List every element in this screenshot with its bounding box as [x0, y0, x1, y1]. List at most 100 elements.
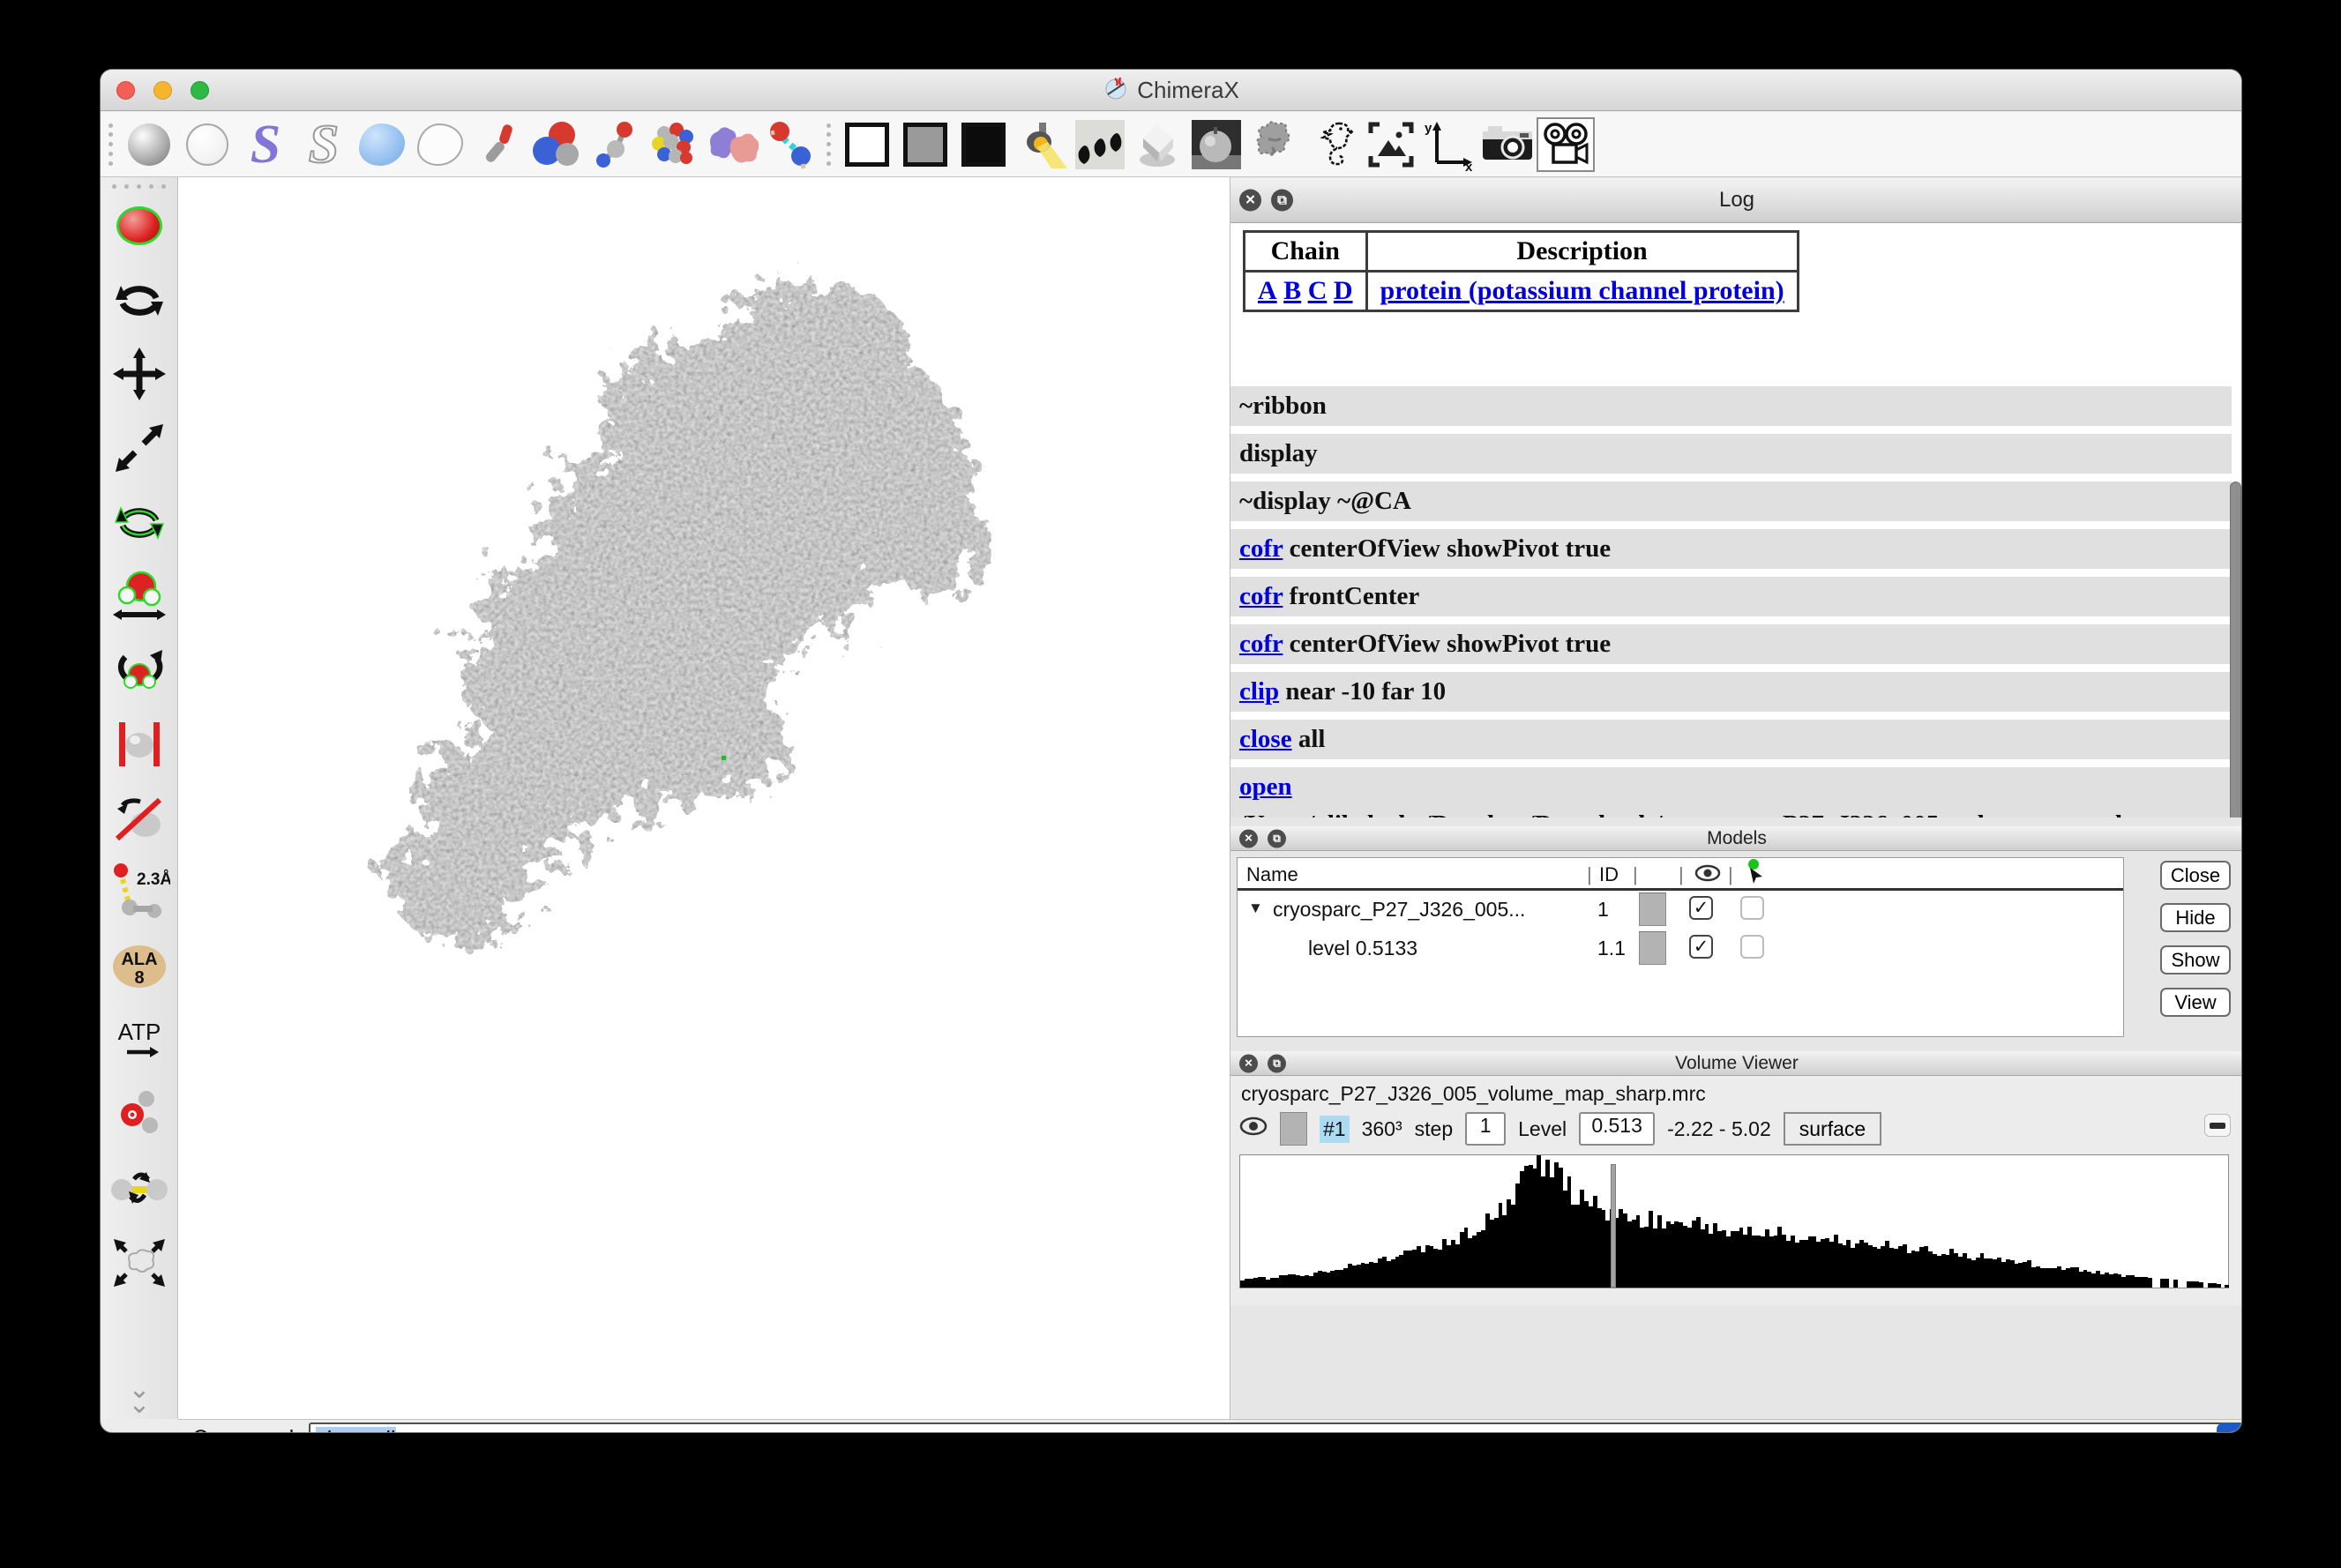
background-black-icon[interactable] — [954, 117, 1013, 172]
chain-link[interactable]: B — [1283, 276, 1301, 305]
background-white-icon[interactable] — [838, 117, 896, 172]
volume-collapse-icon[interactable] — [2204, 1114, 2231, 1137]
command-help-link[interactable]: close — [1239, 725, 1292, 753]
axes-icon[interactable]: yx — [1420, 117, 1478, 172]
display-style-dropdown[interactable]: surface — [1784, 1112, 1881, 1146]
hide-cartoons-icon[interactable]: S — [295, 117, 353, 172]
atom-label-mouse-mode-icon[interactable]: ATP — [101, 1004, 178, 1078]
shown-column-eye-icon — [1694, 862, 1721, 889]
seahorse-icon[interactable] — [1304, 117, 1362, 172]
volume-viewer-panel: ✕ ⧉ Volume Viewer cryosparc_P27_J326_005… — [1230, 1050, 2242, 1306]
toolbar-drag-handle[interactable] — [104, 118, 116, 171]
graphics-viewport[interactable] — [178, 177, 1307, 1419]
center-of-rotation-mouse-mode-icon[interactable] — [101, 1078, 178, 1152]
command-input[interactable]: close all ⌄ — [309, 1422, 2242, 1434]
chain-link[interactable]: D — [1334, 276, 1353, 305]
step-input[interactable]: 1 — [1465, 1112, 1506, 1146]
flat-lighting-icon[interactable] — [1071, 117, 1129, 172]
hide-models-button[interactable]: Hide — [2160, 903, 2231, 932]
default-lighting-icon[interactable] — [1013, 117, 1071, 172]
move-model-mouse-mode-icon[interactable] — [101, 1226, 178, 1300]
model-name: level 0.5133 — [1308, 937, 1417, 960]
translate-selection-mouse-mode-icon[interactable] — [101, 559, 178, 633]
svg-text:8: 8 — [134, 968, 144, 988]
model-color-swatch[interactable] — [1639, 931, 1666, 965]
log-close-icon[interactable]: ✕ — [1239, 190, 1261, 212]
sphere-style-icon[interactable] — [527, 117, 586, 172]
sidebar-collapse-chevrons[interactable]: ⌄⌄ — [101, 1383, 178, 1412]
model-shown-checkbox[interactable]: ✓ — [1689, 896, 1713, 920]
show-surface-icon[interactable] — [353, 117, 411, 172]
chain-link[interactable]: A — [1258, 276, 1277, 305]
show-models-button[interactable]: Show — [2160, 945, 2231, 974]
volume-step-label: step — [1415, 1117, 1453, 1141]
command-help-link[interactable]: cofr — [1239, 534, 1283, 563]
threshold-marker[interactable] — [1611, 1164, 1616, 1288]
soft-lighting-icon[interactable] — [1129, 117, 1187, 172]
command-history-dropdown[interactable]: ⌄ — [2217, 1422, 2242, 1434]
pivot-indicator — [722, 756, 726, 760]
chain-link[interactable]: C — [1308, 276, 1328, 305]
rotate-about-selection-mouse-mode-icon[interactable] — [101, 633, 178, 707]
hbonds-icon[interactable] — [760, 117, 819, 172]
svg-text:ALA: ALA — [121, 950, 157, 969]
log-vertical-scrollbar[interactable] — [2230, 482, 2241, 818]
movie-record-icon[interactable] — [1537, 117, 1595, 172]
zoom-mouse-mode-icon[interactable] — [101, 411, 178, 485]
close-models-button[interactable]: Close — [2160, 861, 2231, 890]
description-link[interactable]: protein (potassium channel protein) — [1380, 276, 1784, 305]
volume-eye-icon[interactable] — [1239, 1115, 1268, 1143]
log-undock-icon[interactable]: ⧉ — [1271, 190, 1293, 212]
snapshot-frame-icon[interactable] — [1362, 117, 1420, 172]
volume-undock-icon[interactable]: ⧉ — [1268, 1054, 1286, 1072]
hide-atoms-icon[interactable] — [178, 117, 236, 172]
models-panel-title: Models — [1707, 828, 1767, 848]
command-help-link[interactable]: cofr — [1239, 582, 1283, 610]
right-panel: ✕ ⧉ Log Chain Description A B C D protei… — [1230, 177, 2242, 1419]
model-selected-checkbox[interactable] — [1740, 896, 1764, 920]
stick-style-icon[interactable] — [469, 117, 527, 172]
chain-col-header: Chain — [1245, 232, 1367, 272]
volume-grid-size: 360³ — [1362, 1117, 1402, 1141]
full-lighting-icon[interactable] — [1187, 117, 1245, 172]
ball-and-stick-style-icon[interactable] — [586, 117, 644, 172]
model-color-swatch[interactable] — [1639, 892, 1666, 926]
bond-rotation-mouse-mode-icon[interactable] — [101, 1152, 178, 1226]
command-help-link[interactable]: cofr — [1239, 630, 1283, 658]
model-selected-checkbox[interactable] — [1740, 935, 1764, 959]
translate-mouse-mode-icon[interactable] — [101, 337, 178, 411]
molecular-surfaces-icon[interactable] — [702, 117, 760, 172]
hide-surface-icon[interactable] — [411, 117, 469, 172]
top-toolbar: S S — [101, 112, 2241, 177]
rotate-clip-planes-mouse-mode-icon[interactable] — [101, 781, 178, 855]
volume-histogram[interactable] — [1239, 1154, 2229, 1288]
select-mouse-mode-icon[interactable] — [101, 189, 178, 263]
background-gray-icon[interactable] — [896, 117, 954, 172]
clip-mouse-mode-icon[interactable] — [101, 707, 178, 781]
command-help-link[interactable]: open — [1239, 773, 1292, 801]
camera-icon[interactable] — [1478, 117, 1537, 172]
show-cartoons-icon[interactable]: S — [236, 117, 295, 172]
model-row[interactable]: level 0.51331.1✓ — [1238, 930, 2123, 968]
show-atoms-icon[interactable] — [120, 117, 178, 172]
level-input[interactable]: 0.513 — [1579, 1112, 1655, 1146]
rotate-mouse-mode-icon[interactable] — [101, 263, 178, 337]
distance-mouse-mode-icon[interactable]: 2.3Å — [101, 855, 178, 930]
rotate-selection-mouse-mode-icon[interactable] — [101, 485, 178, 559]
model-shown-checkbox[interactable]: ✓ — [1689, 935, 1713, 959]
sidebar-drag-handle[interactable] — [101, 177, 177, 189]
model-row[interactable]: ▼cryosparc_P27_J326_005...1✓ — [1238, 891, 2123, 930]
models-undock-icon[interactable]: ⧉ — [1268, 829, 1286, 847]
volume-color-swatch[interactable] — [1280, 1112, 1307, 1146]
shadow-surface-icon[interactable] — [1245, 117, 1304, 172]
command-help-link[interactable]: clip — [1239, 677, 1279, 706]
models-table: Name | ID | | | ▼cryosparc_P27_J326_005.… — [1237, 857, 2124, 1037]
heteroatom-color-icon[interactable] — [644, 117, 702, 172]
volume-viewer-title: Volume Viewer — [1675, 1053, 1799, 1073]
residue-label-mouse-mode-icon[interactable]: ALA8 — [101, 930, 178, 1004]
chimerax-window: ChimeraX S S — [100, 69, 2242, 1433]
volume-close-icon[interactable]: ✕ — [1239, 1054, 1258, 1072]
view-models-button[interactable]: View — [2160, 988, 2231, 1017]
expand-triangle-icon[interactable]: ▼ — [1248, 900, 1263, 917]
models-close-icon[interactable]: ✕ — [1239, 829, 1258, 847]
